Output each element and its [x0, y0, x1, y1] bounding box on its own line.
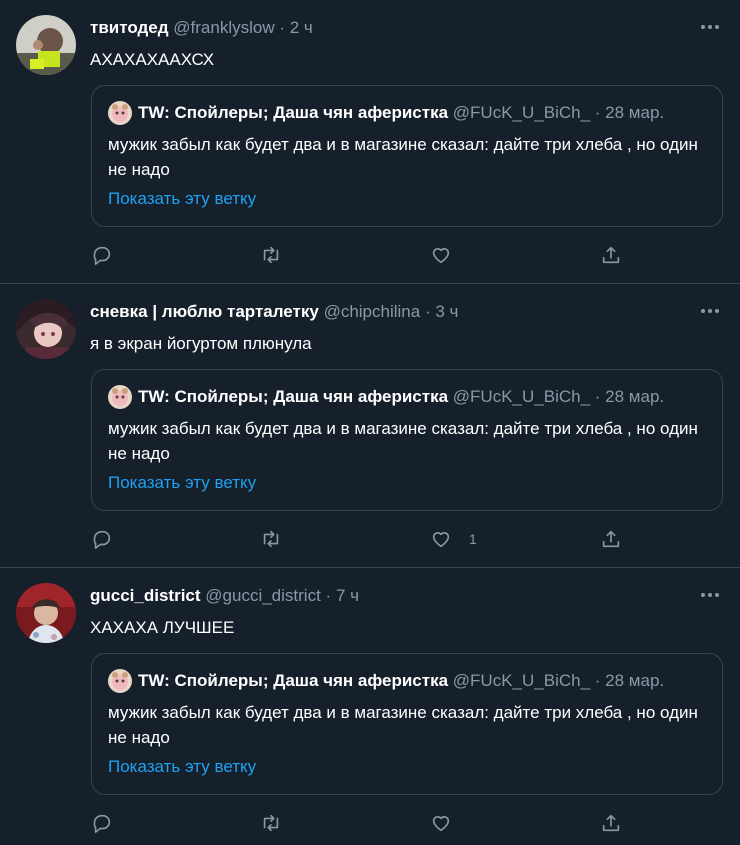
like-button[interactable] [430, 242, 469, 268]
tweet[interactable]: твитодед @franklyslow · 2 ч АХАХАХААХСХ … [0, 0, 740, 284]
reply-icon [91, 812, 113, 834]
share-button[interactable] [600, 242, 622, 268]
quoted-header: TW: Спойлеры; Даша чян аферистка @FUcK_U… [138, 386, 664, 408]
display-name[interactable]: сневка | люблю тарталетку [90, 302, 319, 321]
show-thread-link[interactable]: Показать эту ветку [108, 472, 256, 494]
quoted-avatar [108, 669, 132, 693]
quoted-tweet[interactable]: TW: Спойлеры; Даша чян аферистка @FUcK_U… [91, 85, 723, 227]
tweet-header: сневка | люблю тарталетку @chipchilina ·… [90, 301, 458, 323]
show-thread-link[interactable]: Показать эту ветку [108, 756, 256, 778]
more-dots-icon[interactable] [698, 585, 722, 605]
quoted-avatar [108, 101, 132, 125]
retweet-button[interactable] [260, 242, 282, 268]
tweet-actions [0, 242, 740, 268]
tweet[interactable]: gucci_district @gucci_district · 7 ч ХАХ… [0, 568, 740, 845]
separator-dot: · [594, 671, 601, 690]
reply-icon [91, 244, 113, 266]
share-icon [600, 812, 622, 834]
quoted-display-name: TW: Спойлеры; Даша чян аферистка [138, 671, 449, 690]
tweet-actions: 1 [0, 526, 740, 552]
timestamp[interactable]: 2 ч [290, 18, 313, 37]
tweet-text: я в экран йогуртом плюнула [90, 334, 312, 353]
separator-dot: · [424, 302, 431, 321]
quoted-header: TW: Спойлеры; Даша чян аферистка @FUcK_U… [138, 670, 664, 692]
tweet-text: ХАХАХА ЛУЧШЕЕ [90, 618, 235, 637]
more-dots-icon[interactable] [698, 17, 722, 37]
share-button[interactable] [600, 810, 622, 836]
separator-dot: · [325, 586, 332, 605]
separator-dot: · [279, 18, 286, 37]
quoted-text: мужик забыл как будет два и в магазине с… [108, 419, 698, 463]
handle[interactable]: @gucci_district [205, 586, 321, 605]
quoted-tweet[interactable]: TW: Спойлеры; Даша чян аферистка @FUcK_U… [91, 653, 723, 795]
tweet-actions [0, 810, 740, 836]
tweet[interactable]: сневка | люблю тарталетку @chipchilina ·… [0, 284, 740, 568]
quoted-timestamp: 28 мар. [605, 103, 665, 122]
like-button[interactable]: 1 [430, 526, 477, 552]
quoted-text: мужик забыл как будет два и в магазине с… [108, 703, 698, 747]
like-button[interactable] [430, 810, 469, 836]
tweet-header: твитодед @franklyslow · 2 ч [90, 17, 313, 39]
quoted-display-name: TW: Спойлеры; Даша чян аферистка [138, 387, 449, 406]
quoted-display-name: TW: Спойлеры; Даша чян аферистка [138, 103, 449, 122]
avatar[interactable] [16, 299, 76, 359]
separator-dot: · [594, 387, 601, 406]
separator-dot: · [594, 103, 601, 122]
reply-button[interactable] [91, 526, 113, 552]
quoted-handle: @FUcK_U_BiCh_ [452, 387, 591, 406]
tweet-text: АХАХАХААХСХ [90, 50, 215, 69]
quoted-handle: @FUcK_U_BiCh_ [452, 671, 591, 690]
retweet-icon [260, 528, 282, 550]
retweet-icon [260, 244, 282, 266]
retweet-icon [260, 812, 282, 834]
quoted-tweet[interactable]: TW: Спойлеры; Даша чян аферистка @FUcK_U… [91, 369, 723, 511]
show-thread-link[interactable]: Показать эту ветку [108, 188, 256, 210]
avatar[interactable] [16, 15, 76, 75]
more-dots-icon[interactable] [698, 301, 722, 321]
display-name[interactable]: твитодед [90, 18, 169, 37]
timestamp[interactable]: 7 ч [336, 586, 359, 605]
heart-icon [430, 528, 452, 550]
quoted-handle: @FUcK_U_BiCh_ [452, 103, 591, 122]
reply-button[interactable] [91, 242, 113, 268]
avatar[interactable] [16, 583, 76, 643]
quoted-text: мужик забыл как будет два и в магазине с… [108, 135, 698, 179]
quoted-avatar [108, 385, 132, 409]
share-button[interactable] [600, 526, 622, 552]
quoted-header: TW: Спойлеры; Даша чян аферистка @FUcK_U… [138, 102, 664, 124]
share-icon [600, 244, 622, 266]
retweet-button[interactable] [260, 526, 282, 552]
handle[interactable]: @franklyslow [173, 18, 274, 37]
quoted-timestamp: 28 мар. [605, 387, 665, 406]
heart-icon [430, 812, 452, 834]
display-name[interactable]: gucci_district [90, 586, 201, 605]
retweet-button[interactable] [260, 810, 282, 836]
reply-button[interactable] [91, 810, 113, 836]
share-icon [600, 528, 622, 550]
like-count: 1 [469, 531, 477, 547]
tweet-header: gucci_district @gucci_district · 7 ч [90, 585, 359, 607]
reply-icon [91, 528, 113, 550]
quoted-timestamp: 28 мар. [605, 671, 665, 690]
handle[interactable]: @chipchilina [324, 302, 421, 321]
heart-icon [430, 244, 452, 266]
timestamp[interactable]: 3 ч [435, 302, 458, 321]
